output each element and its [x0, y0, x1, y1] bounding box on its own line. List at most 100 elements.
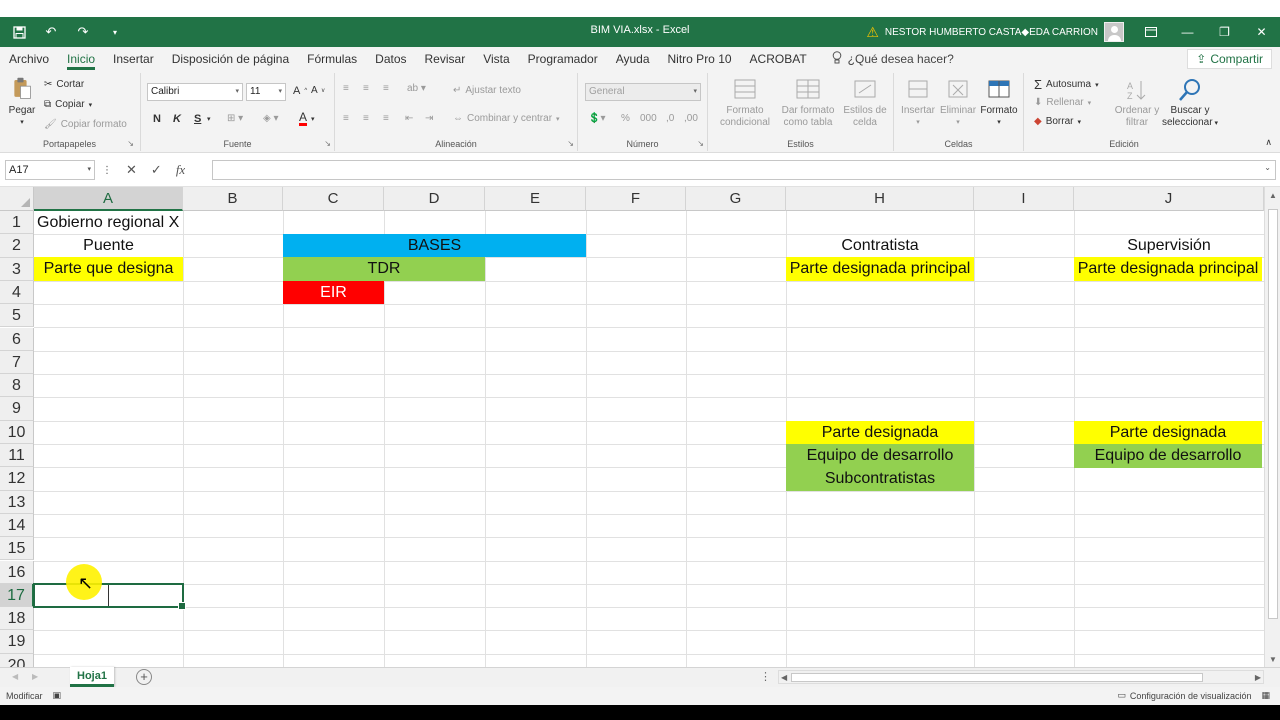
row-header-10[interactable]: 10 — [0, 420, 34, 444]
tab-nitro[interactable]: Nitro Pro 10 — [659, 47, 741, 71]
row-header-11[interactable]: 11 — [0, 444, 34, 468]
tell-me[interactable]: ¿Qué desea hacer? — [832, 51, 954, 67]
scroll-down-icon[interactable]: ▼ — [1269, 655, 1277, 664]
italic-button[interactable]: K — [173, 113, 181, 125]
close-icon[interactable]: ✕ — [1243, 17, 1280, 47]
row-header-15[interactable]: 15 — [0, 537, 34, 561]
horizontal-scrollbar[interactable]: ◀ ▶ — [778, 670, 1264, 684]
row-header-13[interactable]: 13 — [0, 490, 34, 514]
tab-acrobat[interactable]: ACROBAT — [741, 47, 816, 71]
align-right-icon[interactable]: ≡ — [383, 113, 389, 124]
tab-split-icon[interactable]: ⋮ — [760, 670, 771, 683]
format-cells-button[interactable]: Formato ▾ — [978, 77, 1020, 129]
tab-ayuda[interactable]: Ayuda — [607, 47, 659, 71]
align-left-icon[interactable]: ≡ — [343, 113, 349, 124]
add-sheet-icon[interactable]: + — [136, 669, 152, 685]
paste-button[interactable]: Pegar ▾ — [8, 77, 36, 129]
borders-icon[interactable]: ⊞ ▾ — [227, 113, 243, 124]
row-header-18[interactable]: 18 — [0, 607, 34, 631]
format-painter-button[interactable]: 🖌 Copiar formato — [44, 119, 127, 130]
normal-view-icon[interactable]: ▦ — [1261, 690, 1270, 701]
increase-decimal-icon[interactable]: ,0 — [666, 113, 674, 124]
cell-c2-merged[interactable]: BASES — [283, 234, 586, 257]
tab-vista[interactable]: Vista — [474, 47, 518, 71]
decrease-decimal-icon[interactable]: ,00 — [684, 113, 698, 124]
collapse-ribbon-icon[interactable]: ∧ — [1265, 137, 1272, 148]
more-options-icon[interactable]: ⋮ — [102, 165, 112, 176]
fill-color-icon[interactable]: ◈ ▾ — [263, 113, 279, 124]
merge-center-button[interactable]: ⇔ Combinar y centrar ▾ — [453, 113, 560, 124]
row-header-16[interactable]: 16 — [0, 560, 34, 584]
column-header-e[interactable]: E — [485, 187, 586, 211]
font-color-icon[interactable]: A ▾ — [299, 111, 315, 126]
vertical-scroll-thumb[interactable] — [1268, 209, 1278, 619]
align-bottom-icon[interactable]: ≡ — [383, 83, 389, 94]
cell-styles-button[interactable]: Estilos de celda — [840, 77, 890, 129]
column-header-i[interactable]: I — [974, 187, 1074, 211]
increase-indent-icon[interactable]: ⇥ — [425, 113, 433, 124]
row-header-19[interactable]: 19 — [0, 630, 34, 654]
tab-datos[interactable]: Datos — [366, 47, 415, 71]
underline-dropdown-icon[interactable]: ▾ — [207, 115, 211, 123]
format-as-table-button[interactable]: Dar formato como tabla — [780, 77, 836, 129]
cell-j11[interactable]: Equipo de desarrollo — [1074, 444, 1262, 468]
row-header-3[interactable]: 3 — [0, 257, 34, 281]
align-center-icon[interactable]: ≡ — [363, 113, 369, 124]
avatar[interactable] — [1104, 22, 1124, 42]
tab-programador[interactable]: Programador — [519, 47, 607, 71]
orientation-icon[interactable]: ab ▾ — [407, 83, 426, 94]
grow-font-icon[interactable]: A ^ — [293, 85, 307, 97]
conditional-format-button[interactable]: Formato condicional — [720, 77, 770, 129]
ribbon-display-options-icon[interactable] — [1132, 17, 1169, 47]
align-top-icon[interactable]: ≡ — [343, 83, 349, 94]
view-settings-button[interactable]: ▭ Configuración de visualización — [1117, 690, 1251, 701]
column-header-j[interactable]: J — [1074, 187, 1264, 211]
insert-function-icon[interactable]: fx — [176, 162, 185, 178]
cell-c4[interactable]: EIR — [283, 281, 384, 304]
column-header-h[interactable]: H — [786, 187, 974, 211]
row-header-2[interactable]: 2 — [0, 234, 34, 258]
name-box[interactable]: A17 ▾ — [5, 160, 95, 180]
shrink-font-icon[interactable]: Av — [311, 85, 325, 96]
cut-button[interactable]: ✂ Cortar — [44, 79, 84, 90]
cell-a3[interactable]: Parte que designa — [34, 257, 183, 281]
cell-j3[interactable]: Parte designada principal — [1074, 257, 1262, 281]
tab-archivo[interactable]: Archivo — [0, 47, 58, 71]
number-format-combo[interactable]: General ▾ — [585, 83, 701, 101]
account[interactable]: ⚠ NESTOR HUMBERTO CASTA◆EDA CARRION — [866, 22, 1124, 42]
underline-button[interactable]: S — [194, 113, 201, 125]
worksheet-grid[interactable]: A B C D E F G H I J 1 2 3 4 5 6 7 8 9 10… — [0, 187, 1264, 667]
row-header-20[interactable]: 20 — [0, 653, 34, 667]
percent-icon[interactable]: % — [621, 113, 630, 124]
font-name-combo[interactable]: Calibri ▾ — [147, 83, 243, 101]
column-header-g[interactable]: G — [686, 187, 786, 211]
formula-input[interactable]: ⌄ — [212, 160, 1276, 180]
cell-j10[interactable]: Parte designada — [1074, 421, 1262, 444]
tab-formulas[interactable]: Fórmulas — [298, 47, 366, 71]
cell-a2[interactable]: Puente — [34, 234, 183, 257]
prev-sheet-icon[interactable]: ◀ — [12, 672, 18, 681]
next-sheet-icon[interactable]: ▶ — [32, 672, 38, 681]
cell-c3-merged[interactable]: TDR — [283, 257, 485, 281]
row-header-7[interactable]: 7 — [0, 350, 34, 375]
row-header-9[interactable]: 9 — [0, 397, 34, 421]
select-all-button[interactable] — [0, 187, 34, 211]
comma-icon[interactable]: 000 — [640, 113, 657, 124]
autosum-button[interactable]: Σ Autosuma ▾ — [1034, 77, 1099, 92]
enter-icon[interactable]: ✓ — [151, 162, 162, 178]
column-header-b[interactable]: B — [183, 187, 283, 211]
cell-h11[interactable]: Equipo de desarrollo — [786, 444, 974, 468]
font-dialog-launcher-icon[interactable]: ↘ — [324, 139, 331, 148]
tab-disposicion[interactable]: Disposición de página — [163, 47, 298, 71]
scroll-right-icon[interactable]: ▶ — [1255, 673, 1261, 682]
tab-inicio[interactable]: Inicio — [58, 47, 104, 71]
wrap-text-button[interactable]: ↵ Ajustar texto — [453, 85, 521, 96]
decrease-indent-icon[interactable]: ⇤ — [405, 113, 413, 124]
horizontal-scroll-thumb[interactable] — [791, 673, 1203, 682]
align-middle-icon[interactable]: ≡ — [363, 83, 369, 94]
column-header-d[interactable]: D — [384, 187, 485, 211]
tab-revisar[interactable]: Revisar — [416, 47, 475, 71]
row-header-4[interactable]: 4 — [0, 280, 34, 305]
vertical-scrollbar[interactable]: ▲ ▼ — [1264, 187, 1280, 667]
cell-h10[interactable]: Parte designada — [786, 421, 974, 444]
